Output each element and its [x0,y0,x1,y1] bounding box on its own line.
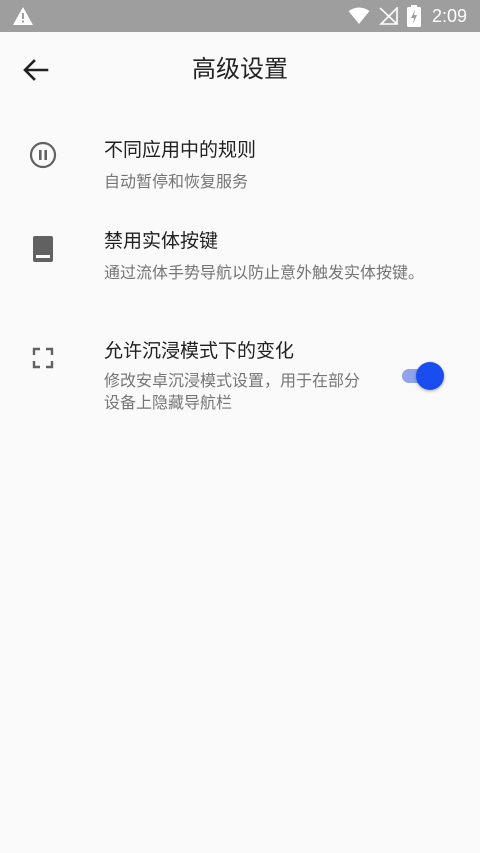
setting-description: 通过流体手势导航以防止意外触发实体按键。 [104,263,425,282]
immersive-mode-toggle[interactable] [400,362,446,390]
toggle-thumb [416,362,444,390]
pause-circle-icon [28,140,58,170]
setting-description: 自动暂停和恢复服务 [104,172,249,191]
battery-charging-icon [407,5,421,27]
wifi-icon [348,7,370,24]
setting-description: 修改安卓沉浸模式设置，用于在部分设备上隐藏导航栏 [104,371,361,412]
setting-item-disable-keys[interactable]: 禁用实体按键 通过流体手势导航以防止意外触发实体按键。 [0,226,480,316]
fullscreen-icon [28,343,58,373]
status-time: 2:09 [432,6,468,26]
setting-title: 禁用实体按键 [104,230,219,252]
app-bar: 高级设置 [0,32,480,108]
no-signal-icon [379,7,398,25]
setting-item-app-rules[interactable]: 不同应用中的规则 自动暂停和恢复服务 [0,135,480,205]
warning-icon [13,7,33,25]
book-icon [28,234,58,264]
page-title: 高级设置 [192,55,288,83]
setting-item-immersive-mode[interactable]: 允许沉浸模式下的变化 修改安卓沉浸模式设置，用于在部分设备上隐藏导航栏 [0,336,480,426]
setting-title: 允许沉浸模式下的变化 [104,340,295,362]
setting-title: 不同应用中的规则 [104,139,257,161]
status-bar: 2:09 [0,0,480,32]
